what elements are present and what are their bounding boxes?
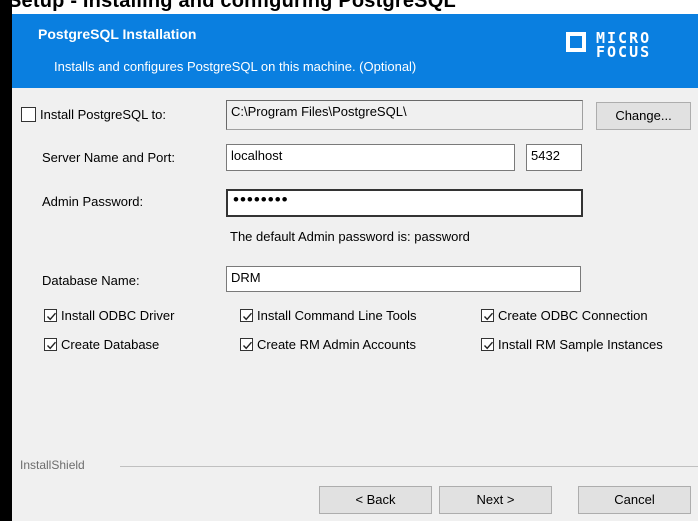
option-label: Create RM Admin Accounts — [257, 337, 416, 352]
option-create-database[interactable]: Create Database — [44, 337, 159, 352]
option-create-rm-admin-accounts[interactable]: Create RM Admin Accounts — [240, 337, 416, 352]
default-password-note: The default Admin password is: password — [230, 229, 470, 244]
option-install-command-line-tools[interactable]: Install Command Line Tools — [240, 308, 416, 323]
option-label: Create Database — [61, 337, 160, 352]
checkbox-checked-icon[interactable] — [481, 309, 494, 322]
checkbox-checked-icon[interactable] — [240, 309, 253, 322]
option-install-odbc-driver[interactable]: Install ODBC Driver — [44, 308, 174, 323]
cancel-button[interactable]: Cancel — [578, 486, 691, 514]
option-label: Install ODBC Driver — [61, 308, 175, 323]
install-postgresql-checkbox[interactable]: Install PostgreSQL to: — [21, 107, 166, 122]
window-title-text: Setup - Installing and configuring Postg… — [8, 0, 456, 12]
option-label: Create ODBC Connection — [498, 308, 648, 323]
port-input[interactable]: 5432 — [526, 144, 582, 171]
install-path-field: C:\Program Files\PostgreSQL\ — [226, 100, 583, 130]
database-name-input[interactable]: DRM — [226, 266, 581, 292]
logo-text-line2: FOCUS — [596, 43, 652, 61]
server-name-label: Server Name and Port: — [42, 150, 175, 165]
option-create-odbc-connection[interactable]: Create ODBC Connection — [481, 308, 648, 323]
next-button[interactable]: Next > — [439, 486, 552, 514]
checkbox-box[interactable] — [21, 107, 36, 122]
checkbox-checked-icon[interactable] — [44, 309, 57, 322]
install-postgresql-label: Install PostgreSQL to: — [40, 107, 166, 122]
checkbox-checked-icon[interactable] — [481, 338, 494, 351]
header-subtitle: Installs and configures PostgreSQL on th… — [54, 59, 417, 74]
option-install-rm-sample-instances[interactable]: Install RM Sample Instances — [481, 337, 663, 352]
change-button[interactable]: Change... — [596, 102, 691, 130]
window-title-fragment: Setup - Installing and configuring Postg… — [0, 0, 698, 14]
database-name-label: Database Name: — [42, 273, 140, 288]
admin-password-input[interactable]: •••••••• — [226, 189, 583, 217]
option-label: Install Command Line Tools — [257, 308, 417, 323]
installshield-brand: InstallShield — [20, 458, 85, 472]
micro-focus-logo: MICRO FOCUS — [566, 30, 692, 66]
checkbox-checked-icon[interactable] — [240, 338, 253, 351]
admin-password-label: Admin Password: — [42, 194, 144, 209]
back-button[interactable]: < Back — [319, 486, 432, 514]
footer-divider — [120, 466, 698, 467]
option-label: Install RM Sample Instances — [498, 337, 663, 352]
left-window-edge — [0, 0, 12, 521]
header-title: PostgreSQL Installation — [38, 26, 197, 42]
checkbox-checked-icon[interactable] — [44, 338, 57, 351]
logo-square-icon — [566, 32, 586, 52]
server-name-input[interactable]: localhost — [226, 144, 515, 171]
